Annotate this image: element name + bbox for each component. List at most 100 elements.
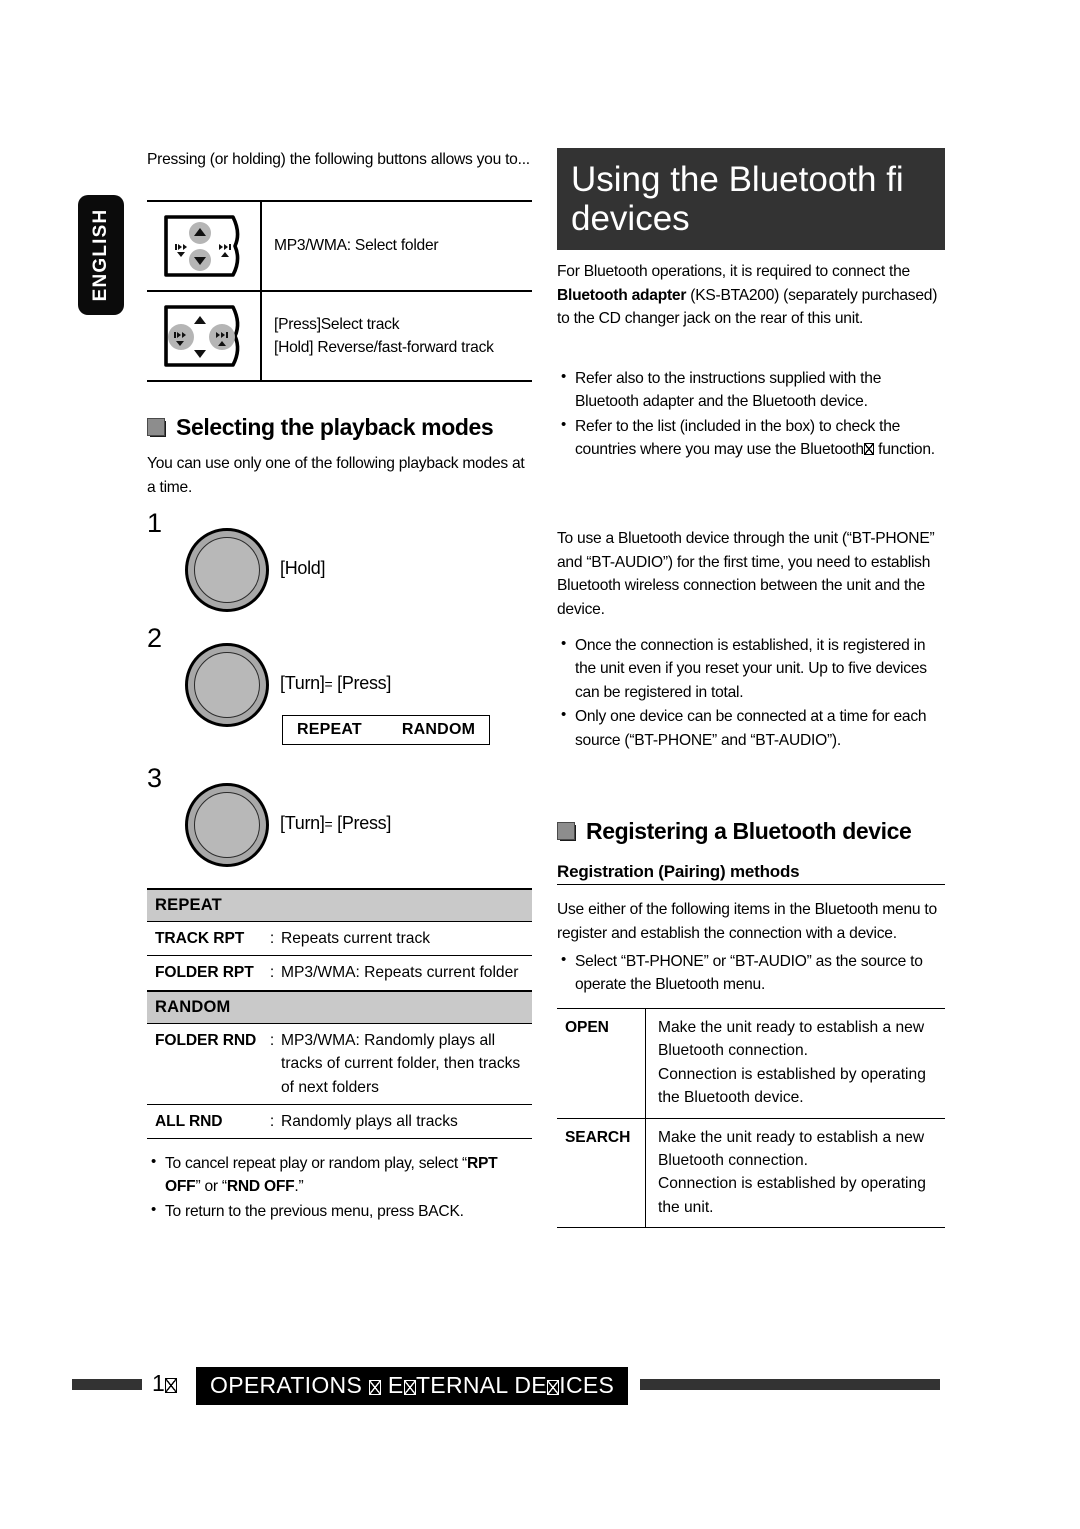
- page-title-line1: Using the Bluetooth fi: [571, 160, 904, 199]
- bluetooth-pairing-paragraph: To use a Bluetooth device through the un…: [557, 530, 935, 619]
- page-number: 1: [152, 1370, 177, 1397]
- list-item: Once the connection is established, it i…: [559, 633, 945, 704]
- note-pre: To cancel repeat play or random play, se…: [165, 1155, 467, 1172]
- badge-random-label: RANDOM: [401, 721, 476, 738]
- row-value: MP3/WMA: Repeats current folder: [281, 955, 532, 992]
- pairing-methods-table: OPEN Make the unit ready to establish a …: [557, 1008, 945, 1228]
- bullet-pre: Refer to the list (included in the box) …: [575, 417, 901, 459]
- section-heading-label: Selecting the playback modes: [176, 414, 494, 440]
- chip-part1: OPERATIONS: [210, 1372, 369, 1398]
- row-line: MP3/WMA: Select folder: [274, 237, 439, 255]
- chip-part2: E: [381, 1372, 404, 1398]
- row-key: FOLDER RND: [147, 1023, 263, 1105]
- step-label-turn: [Turn]: [280, 813, 325, 833]
- step-label: [Hold]: [280, 558, 326, 578]
- panel-up-down-highlighted-icon: [161, 213, 247, 279]
- step-3: 3 [Turn]= [Press]: [147, 765, 532, 875]
- panel-figure-cell: [147, 202, 262, 290]
- table-group-header-random: RANDOM: [147, 989, 532, 1024]
- table-row: MP3/WMA: Select folder: [147, 202, 532, 292]
- section-bullet-square-icon: [557, 822, 576, 841]
- row-colon: :: [263, 955, 281, 992]
- page-title-line2: devices: [571, 199, 690, 239]
- step-number: 2: [147, 623, 163, 653]
- rotary-knob-icon: [185, 783, 269, 867]
- bullet-post: function.: [874, 441, 935, 459]
- notes-list: To cancel repeat play or random play, se…: [149, 1151, 532, 1224]
- bluetooth-notes-list-1: Refer also to the instructions supplied …: [559, 366, 945, 463]
- step-label-press: [Press]: [337, 813, 392, 833]
- row-value: Repeats current track: [281, 921, 532, 957]
- badge-repeat-label: REPEAT: [297, 721, 362, 738]
- step-label-equals: =: [324, 816, 333, 832]
- row-line: Connection is established by operating t…: [658, 1175, 926, 1216]
- section-intro-text: You can use only one of the following pl…: [147, 455, 525, 496]
- step-label-turn: [Turn]: [280, 673, 325, 693]
- paragraph-bold-adapter: Bluetooth adapter: [557, 286, 687, 304]
- missing-glyph-v-icon: [547, 1380, 559, 1395]
- page-title-banner: Using the Bluetooth fi devices: [557, 148, 945, 250]
- step-number: 1: [147, 508, 163, 538]
- repeat-random-badge: REPEAT RANDOM: [282, 715, 491, 745]
- row-line: [Hold] Reverse/fast-forward track: [274, 339, 494, 356]
- row-key-search: SEARCH: [557, 1118, 646, 1228]
- row-key-open: OPEN: [557, 1008, 646, 1119]
- panel-figure-cell: [147, 292, 262, 380]
- panel-left-right-highlighted-icon: [161, 303, 247, 369]
- registration-intro-paragraph: Use either of the following items in the…: [557, 901, 937, 942]
- group-label: REPEAT: [147, 888, 532, 922]
- row-key: TRACK RPT: [147, 921, 263, 957]
- page-footer: 1 OPERATIONS E TERNAL DE ICES: [0, 1362, 1080, 1408]
- note-mid: ” or “: [195, 1178, 227, 1196]
- list-item: To cancel repeat play or random play, se…: [149, 1151, 532, 1199]
- section-heading-registering-device: Registering a Bluetooth device: [557, 818, 945, 845]
- step-label-equals: =: [324, 676, 333, 692]
- row-line: Connection is established by operating t…: [658, 1065, 926, 1107]
- section-heading-label: Registering a Bluetooth device: [586, 818, 912, 844]
- note-post: .”: [294, 1178, 304, 1196]
- missing-glyph-x-icon: [404, 1380, 416, 1395]
- list-item: Refer to the list (included in the box) …: [559, 414, 945, 462]
- missing-glyph-digit-icon: [165, 1378, 177, 1393]
- row-value-open: Make the unit ready to establish a new B…: [646, 1009, 946, 1119]
- row-colon: :: [263, 1023, 281, 1105]
- row-key: FOLDER RPT: [147, 955, 263, 992]
- table-group-header-repeat: REPEAT: [147, 888, 532, 922]
- footer-section-chip: OPERATIONS E TERNAL DE ICES: [196, 1367, 629, 1405]
- table-row: SEARCH Make the unit ready to establish …: [557, 1118, 945, 1228]
- language-tab: ENGLISH: [78, 195, 124, 315]
- playback-mode-table: REPEAT TRACK RPT : Repeats current track…: [147, 888, 532, 1140]
- note-bold-rnd-off: RND OFF: [226, 1178, 295, 1196]
- footer-rule-right: [640, 1379, 940, 1390]
- rotary-knob-icon: [185, 528, 269, 612]
- row-line: [Press]Select track: [274, 315, 400, 333]
- chip-part4: ICES: [559, 1372, 615, 1398]
- paragraph-part1: For Bluetooth operations, it is required…: [557, 263, 910, 280]
- list-item: Only one device can be connected at a ti…: [559, 704, 945, 752]
- rotary-knob-icon: [185, 643, 269, 727]
- panel-description-cell: MP3/WMA: Select folder: [262, 202, 532, 290]
- row-value-search: Make the unit ready to establish a new B…: [646, 1118, 946, 1228]
- group-label: RANDOM: [147, 989, 532, 1024]
- section-bullet-square-icon: [147, 418, 166, 437]
- row-value: Randomly plays all tracks: [281, 1104, 532, 1140]
- step-number: 3: [147, 763, 163, 793]
- row-line: Make the unit ready to establish a new B…: [658, 1019, 925, 1060]
- intro-text: Pressing (or holding) the following butt…: [147, 151, 530, 168]
- missing-glyph-icon: [369, 1380, 381, 1395]
- step-1: 1 [Hold]: [147, 510, 532, 614]
- missing-glyph-registered-icon: [864, 443, 874, 456]
- panel-description-cell: [Press]Select track [Hold] Reverse/fast-…: [262, 292, 532, 380]
- table-row: OPEN Make the unit ready to establish a …: [557, 1008, 946, 1119]
- list-item: To return to the previous menu, press BA…: [149, 1199, 532, 1223]
- bluetooth-intro-paragraph: For Bluetooth operations, it is required…: [557, 260, 945, 331]
- footer-rule-left: [72, 1379, 142, 1390]
- page-number-value: 1: [152, 1370, 165, 1396]
- step-label: [Turn]= [Press]: [280, 673, 391, 694]
- registration-notes-list: Select “BT-PHONE” or “BT-AUDIO” as the s…: [559, 949, 945, 998]
- step-label: [Turn]= [Press]: [280, 813, 391, 834]
- table-row: ALL RND : Randomly plays all tracks: [147, 1104, 532, 1140]
- button-function-table: MP3/WMA: Select folder [Press]Select tra…: [147, 200, 532, 382]
- step-2: 2 [Turn]= [Press] REPEAT RANDOM: [147, 625, 532, 755]
- sub-heading-registration-methods: Registration (Pairing) methods: [557, 862, 945, 885]
